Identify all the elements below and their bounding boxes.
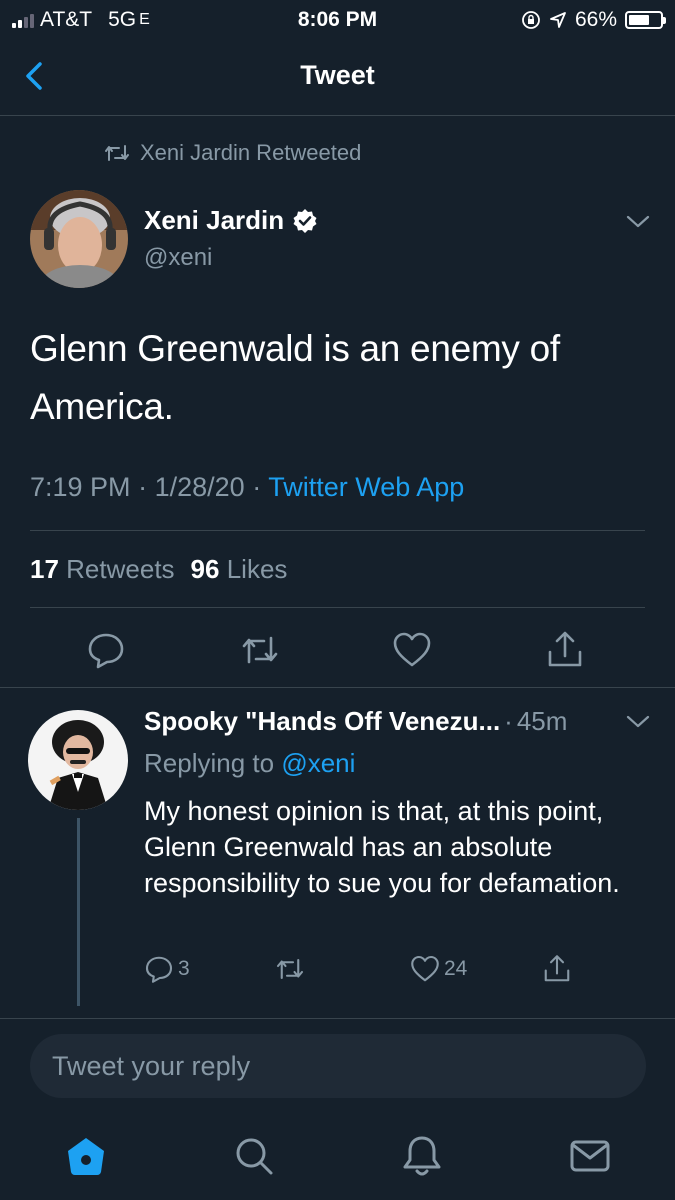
retweets-stat[interactable]: 17 Retweets — [30, 554, 175, 585]
battery-fill — [629, 15, 649, 25]
retweet-action-icon — [276, 958, 304, 980]
author-avatar[interactable] — [30, 190, 128, 288]
status-bar: AT&T 5G E 8:06 PM 66% — [0, 0, 675, 40]
reply-menu-chevron-down-icon[interactable] — [625, 714, 651, 730]
tweet-meta: 7:19 PM · 1/28/20 · Twitter Web App — [30, 472, 464, 503]
meta-separator: · — [138, 472, 148, 502]
tweet-text: Glenn Greenwald is an enemy of America. — [30, 328, 560, 427]
like-icon[interactable] — [392, 630, 432, 670]
retweets-count: 17 — [30, 554, 59, 584]
reply-likes-count: 24 — [444, 957, 468, 980]
share-icon[interactable] — [545, 630, 585, 670]
share-icon — [544, 955, 570, 982]
author-handle[interactable]: @xeni — [144, 244, 212, 272]
page-title: Tweet — [300, 60, 375, 90]
tweet-date: 1/28/20 — [154, 472, 245, 502]
replying-to-handle[interactable]: @xeni — [281, 748, 355, 778]
reply-avatar[interactable] — [28, 710, 128, 810]
retweet-action-icon[interactable] — [240, 630, 280, 670]
likes-count: 96 — [190, 554, 220, 584]
replying-to-label: Replying to — [144, 748, 275, 778]
messages-icon[interactable] — [568, 1134, 612, 1178]
compose-placeholder: Tweet your reply — [52, 1051, 251, 1081]
divider — [0, 1018, 675, 1019]
reply-icon — [145, 956, 173, 983]
reply-actions: 3 24 — [0, 954, 675, 990]
reply-retweet-button[interactable] — [274, 954, 306, 984]
nav-header: Tweet — [0, 40, 675, 116]
retweets-label: Retweets — [66, 554, 175, 584]
retweet-icon — [105, 145, 129, 161]
reply-text: My honest opinion is that, at this point… — [144, 796, 620, 898]
reply-separator: · — [504, 706, 513, 736]
tweet-menu-chevron-down-icon[interactable] — [625, 214, 651, 230]
location-icon — [550, 12, 566, 28]
replying-to: Replying to @xeni — [144, 748, 355, 779]
avatar-image — [28, 710, 128, 810]
verified-badge-icon — [293, 208, 317, 233]
battery-percent: 66% — [574, 8, 617, 31]
notifications-icon[interactable] — [400, 1134, 444, 1178]
retweeted-by[interactable]: Xeni Jardin Retweeted — [104, 140, 361, 166]
reply-share-button[interactable] — [542, 954, 572, 984]
likes-label: Likes — [226, 554, 288, 584]
reply-like-button[interactable]: 24 — [410, 954, 467, 984]
author-name[interactable]: Xeni Jardin — [144, 205, 318, 236]
meta-separator: · — [252, 472, 262, 502]
avatar-image — [30, 190, 128, 288]
reply-icon[interactable] — [86, 630, 126, 670]
retweeted-by-label: Xeni Jardin Retweeted — [140, 140, 362, 165]
home-icon[interactable] — [64, 1134, 108, 1178]
reply-author-name[interactable]: Spooky "Hands Off Venezu... — [144, 706, 500, 737]
author-name-text: Xeni Jardin — [144, 205, 285, 235]
reply-header: Spooky "Hands Off Venezu... · 45m — [144, 706, 567, 737]
orientation-lock-icon — [522, 11, 540, 29]
tweet-source-link[interactable]: Twitter Web App — [268, 472, 464, 502]
reply-compose-field[interactable]: Tweet your reply — [30, 1034, 646, 1098]
divider — [30, 530, 645, 531]
reply-time: 45m — [516, 706, 568, 736]
search-icon[interactable] — [232, 1134, 276, 1178]
likes-stat[interactable]: 96 Likes — [191, 554, 288, 585]
tweet-time: 7:19 PM — [30, 472, 131, 502]
like-icon — [411, 955, 439, 982]
divider — [0, 687, 675, 688]
battery-icon — [625, 11, 666, 29]
divider — [30, 607, 645, 608]
tweet-stats: 17 Retweets 96 Likes — [30, 554, 287, 585]
reply-reply-button[interactable]: 3 — [144, 954, 190, 984]
status-right: 66% — [521, 8, 666, 32]
reply-replies-count: 3 — [178, 957, 190, 980]
